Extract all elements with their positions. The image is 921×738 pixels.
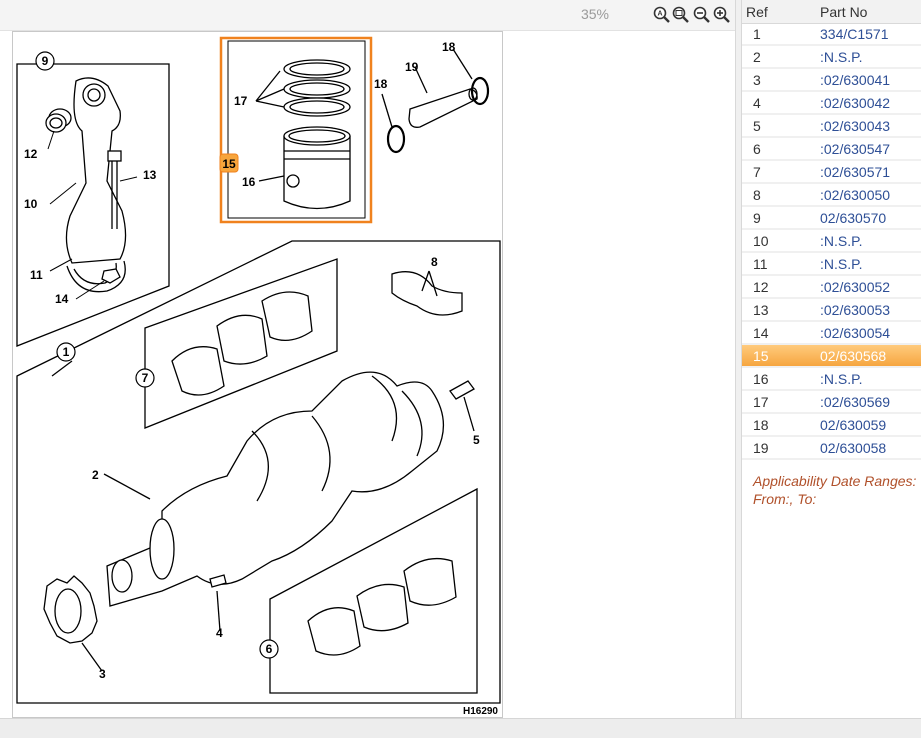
row-ref: 5 bbox=[753, 118, 761, 134]
row-ref: 7 bbox=[753, 164, 761, 180]
row-part-no-link[interactable]: :N.S.P. bbox=[820, 256, 863, 272]
row-part-no-link[interactable]: 02/630059 bbox=[820, 417, 886, 433]
row-part-no-link[interactable]: :02/630050 bbox=[820, 187, 890, 203]
table-row[interactable]: 19 02/630058 bbox=[742, 437, 921, 460]
callout-19: 19 bbox=[405, 60, 419, 74]
row-part-no-link[interactable]: :02/630052 bbox=[820, 279, 890, 295]
row-part-no-link[interactable]: :N.S.P. bbox=[820, 371, 863, 387]
row-ref: 6 bbox=[753, 141, 761, 157]
zoom-level: 35% bbox=[580, 6, 610, 22]
row-ref: 11 bbox=[753, 256, 768, 272]
diagram-area[interactable]: 9 12 10 13 11 14 17 15 16 18 19 18 8 1 7… bbox=[0, 31, 735, 718]
callout-11: 11 bbox=[30, 268, 43, 282]
callout-14: 14 bbox=[55, 292, 69, 306]
row-part-no-link[interactable]: :02/630569 bbox=[820, 394, 890, 410]
row-part-no-link[interactable]: 02/630568 bbox=[820, 348, 886, 364]
callout-17: 17 bbox=[234, 94, 248, 108]
parts-list-pane: Ref Part No 1 334/C1571 2 :N.S.P. 3 :02/63004… bbox=[742, 0, 921, 718]
table-row[interactable]: 13 :02/630053 bbox=[742, 299, 921, 322]
row-part-no-link[interactable]: :N.S.P. bbox=[820, 49, 863, 65]
callout-12: 12 bbox=[24, 147, 38, 161]
table-row[interactable]: 10 :N.S.P. bbox=[742, 230, 921, 253]
row-part-no-link[interactable]: 02/630570 bbox=[820, 210, 886, 226]
table-row[interactable]: 11 :N.S.P. bbox=[742, 253, 921, 276]
callout-6: 6 bbox=[266, 642, 273, 656]
row-ref: 8 bbox=[753, 187, 761, 203]
zoom-actual-icon[interactable] bbox=[672, 6, 690, 24]
callout-1: 1 bbox=[63, 345, 70, 359]
row-ref: 19 bbox=[753, 440, 769, 456]
row-ref: 2 bbox=[753, 49, 761, 65]
row-part-no-link[interactable]: :02/630571 bbox=[820, 164, 890, 180]
applicability-section: Applicability Date Ranges: From:, To: bbox=[753, 472, 916, 508]
table-row[interactable]: 3 :02/630041 bbox=[742, 69, 921, 92]
row-part-no-link[interactable]: 334/C1571 bbox=[820, 26, 889, 42]
table-row[interactable]: 16 :N.S.P. bbox=[742, 368, 921, 391]
table-row[interactable]: 8 :02/630050 bbox=[742, 184, 921, 207]
row-part-no-link[interactable]: :02/630054 bbox=[820, 325, 890, 341]
callout-16: 16 bbox=[242, 175, 256, 189]
table-row[interactable]: 6 :02/630547 bbox=[742, 138, 921, 161]
row-part-no-link[interactable]: :N.S.P. bbox=[820, 233, 863, 249]
callout-13: 13 bbox=[143, 168, 157, 182]
applicability-range: From:, To: bbox=[753, 491, 817, 507]
row-part-no-link[interactable]: 02/630058 bbox=[820, 440, 886, 456]
zoom-out-icon[interactable] bbox=[693, 6, 711, 24]
row-separator bbox=[742, 458, 921, 460]
callout-7: 7 bbox=[142, 371, 149, 385]
horizontal-scrollbar[interactable] bbox=[0, 718, 921, 738]
row-part-no-link[interactable]: :02/630042 bbox=[820, 95, 890, 111]
row-ref: 10 bbox=[753, 233, 769, 249]
table-row[interactable]: 17 :02/630569 bbox=[742, 391, 921, 414]
callout-9: 9 bbox=[42, 54, 49, 68]
row-ref: 14 bbox=[753, 325, 769, 341]
callout-4: 4 bbox=[216, 626, 223, 640]
exploded-parts-diagram: 9 12 10 13 11 14 17 15 16 18 19 18 8 1 7… bbox=[12, 31, 503, 718]
zoom-fit-icon[interactable]: A bbox=[653, 6, 671, 24]
pane-splitter[interactable] bbox=[735, 0, 742, 718]
row-ref: 9 bbox=[753, 210, 761, 226]
row-part-no-link[interactable]: :02/630547 bbox=[820, 141, 890, 157]
diagram-toolbar: 35% A bbox=[0, 0, 735, 31]
row-ref: 16 bbox=[753, 371, 769, 387]
callout-18-right: 18 bbox=[442, 40, 456, 54]
callout-3: 3 bbox=[99, 667, 106, 681]
callout-8: 8 bbox=[431, 255, 438, 269]
diagram-code: H16290 bbox=[463, 706, 498, 717]
table-row[interactable]: 1 334/C1571 bbox=[742, 23, 921, 46]
row-ref: 17 bbox=[753, 394, 769, 410]
table-row[interactable]: 15 02/630568 bbox=[742, 345, 921, 368]
callout-18-left: 18 bbox=[374, 77, 388, 91]
table-row[interactable]: 5 :02/630043 bbox=[742, 115, 921, 138]
callout-10: 10 bbox=[24, 197, 38, 211]
header-part-no[interactable]: Part No bbox=[820, 4, 867, 20]
svg-text:A: A bbox=[657, 11, 662, 18]
row-ref: 12 bbox=[753, 279, 769, 295]
row-part-no-link[interactable]: :02/630053 bbox=[820, 302, 890, 318]
row-ref: 3 bbox=[753, 72, 761, 88]
callout-2: 2 bbox=[92, 468, 99, 482]
row-ref: 4 bbox=[753, 95, 761, 111]
table-row[interactable]: 9 02/630570 bbox=[742, 207, 921, 230]
table-row[interactable]: 7 :02/630571 bbox=[742, 161, 921, 184]
table-row[interactable]: 4 :02/630042 bbox=[742, 92, 921, 115]
zoom-in-icon[interactable] bbox=[713, 6, 731, 24]
row-ref: 15 bbox=[753, 348, 769, 364]
row-ref: 13 bbox=[753, 302, 769, 318]
diagram-pane: 35% A 9 12 10 13 11 14 17 15 16 18 19 18… bbox=[0, 0, 735, 718]
table-row[interactable]: 12 :02/630052 bbox=[742, 276, 921, 299]
header-ref[interactable]: Ref bbox=[746, 4, 768, 20]
table-row[interactable]: 18 02/630059 bbox=[742, 414, 921, 437]
row-part-no-link[interactable]: :02/630041 bbox=[820, 72, 890, 88]
table-row[interactable]: 14 :02/630054 bbox=[742, 322, 921, 345]
row-ref: 18 bbox=[753, 417, 769, 433]
callout-15: 15 bbox=[222, 157, 236, 171]
parts-table-header: Ref Part No bbox=[742, 0, 921, 24]
row-part-no-link[interactable]: :02/630043 bbox=[820, 118, 890, 134]
table-row[interactable]: 2 :N.S.P. bbox=[742, 46, 921, 69]
row-ref: 1 bbox=[753, 26, 761, 42]
callout-5: 5 bbox=[473, 433, 480, 447]
applicability-title: Applicability Date Ranges: bbox=[753, 473, 917, 489]
